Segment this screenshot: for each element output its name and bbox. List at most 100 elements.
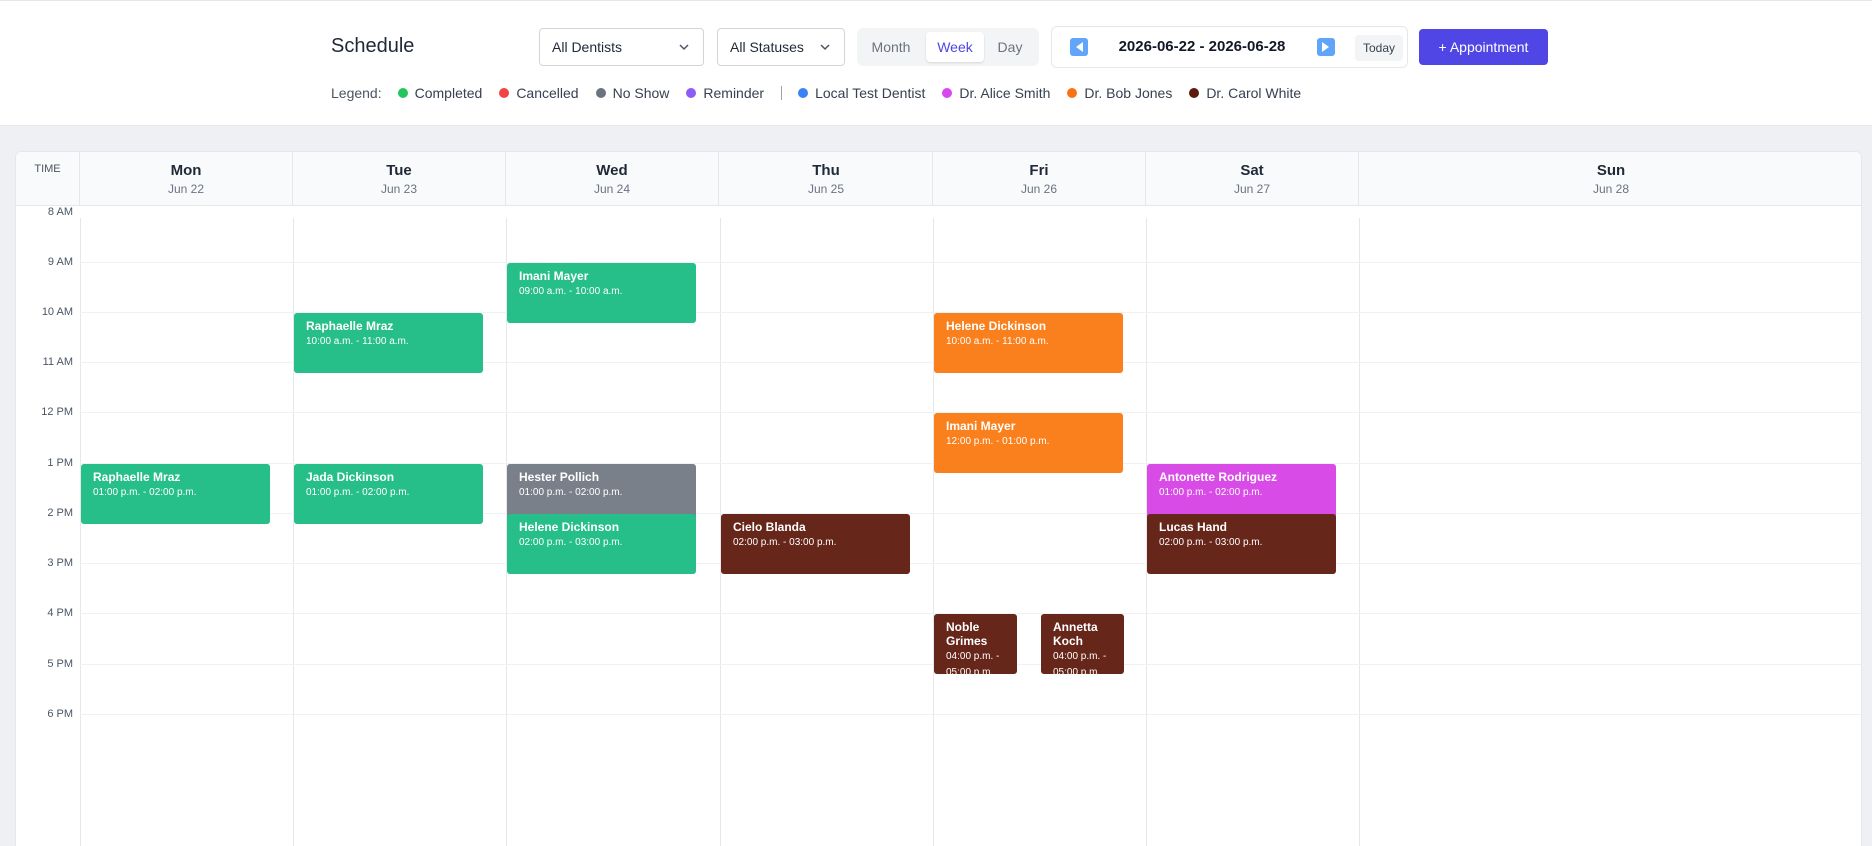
triangle-right-icon — [1322, 42, 1329, 52]
hour-label: 2 PM — [47, 507, 73, 519]
appointment-card[interactable]: Noble Grimes 04:00 p.m. - 05:00 p.m. — [934, 614, 1017, 674]
day-date: Jun 24 — [593, 182, 631, 196]
appointment-time: 01:00 p.m. - 02:00 p.m. — [306, 487, 410, 498]
appointment-card[interactable]: Imani Mayer 09:00 a.m. - 10:00 a.m. — [507, 263, 696, 323]
next-week-button[interactable] — [1317, 38, 1335, 56]
appointment-patient-name: Raphaelle Mraz — [306, 319, 394, 333]
appointment-card[interactable]: Raphaelle Mraz 10:00 a.m. - 11:00 a.m. — [294, 313, 483, 373]
appointment-time: 10:00 a.m. - 11:00 a.m. — [946, 336, 1049, 347]
appointment-card[interactable]: Annetta Koch 04:00 p.m. - 05:00 p.m. — [1041, 614, 1124, 674]
statuses-legend-item: Cancelled — [499, 85, 579, 101]
hour-gridline — [80, 563, 1861, 564]
day-date: Jun 26 — [1020, 182, 1058, 196]
appointment-time: 04:00 p.m. - 05:00 p.m. — [946, 651, 1000, 674]
hour-label: 12 PM — [41, 406, 73, 418]
day-header-thu[interactable]: Thu Jun 25 — [720, 152, 933, 206]
day-name: Thu — [812, 162, 840, 179]
day-name: Wed — [596, 162, 628, 179]
date-navigator: 2026-06-22 - 2026-06-28 Today — [1051, 26, 1408, 68]
day-header-sun[interactable]: Sun Jun 28 — [1359, 152, 1861, 206]
dentists-legend-item: Dr. Carol White — [1189, 85, 1301, 101]
legend-divider — [781, 86, 783, 100]
calendar-grid: 8 AM 9 AM 10 AM 11 AM 12 PM 1 PM 2 PM 3 PM 4 PM 5… — [16, 206, 1861, 846]
day-date: Jun 27 — [1233, 182, 1271, 196]
day-date: Jun 23 — [380, 182, 418, 196]
appointment-patient-name: Antonette Rodriguez — [1159, 470, 1277, 484]
appointment-patient-name: Raphaelle Mraz — [93, 470, 181, 484]
legend-dot-icon — [942, 88, 953, 98]
chevron-down-icon — [820, 44, 830, 51]
legend-item-label: Completed — [414, 85, 483, 101]
appointment-time: 02:00 p.m. - 03:00 p.m. — [519, 537, 623, 548]
hour-gridline — [80, 262, 1861, 263]
today-button[interactable]: Today — [1355, 35, 1403, 61]
day-name: Fri — [1029, 162, 1049, 179]
hour-label: 11 AM — [42, 356, 73, 368]
legend-item-label: Dr. Carol White — [1206, 85, 1302, 101]
appointment-patient-name: Cielo Blanda — [733, 520, 806, 534]
day-header-mon[interactable]: Mon Jun 22 — [80, 152, 293, 206]
day-header-wed[interactable]: Wed Jun 24 — [506, 152, 719, 206]
schedule-header: Schedule All Dentists All Statuses Month… — [0, 0, 1872, 126]
appointment-card[interactable]: Cielo Blanda 02:00 p.m. - 03:00 p.m. — [721, 514, 910, 574]
appointment-time: 12:00 p.m. - 01:00 p.m. — [946, 436, 1050, 447]
view-month-button[interactable]: Month — [863, 32, 919, 62]
view-day-button[interactable]: Day — [987, 32, 1033, 62]
appointment-patient-name: Noble Grimes — [946, 620, 988, 648]
appointment-patient-name: Helene Dickinson — [946, 319, 1047, 333]
legend-item-label: Local Test Dentist — [815, 85, 926, 101]
hour-gridline — [80, 714, 1861, 715]
appointment-card[interactable]: Helene Dickinson 02:00 p.m. - 03:00 p.m. — [507, 514, 696, 574]
prev-week-button[interactable] — [1070, 38, 1088, 56]
legend-dot-icon — [686, 88, 697, 98]
status-filter-select[interactable]: All Statuses — [717, 28, 845, 66]
appointment-time: 02:00 p.m. - 03:00 p.m. — [1159, 537, 1263, 548]
legend-item-label: Dr. Bob Jones — [1084, 85, 1173, 101]
appointment-card[interactable]: Imani Mayer 12:00 p.m. - 01:00 p.m. — [934, 413, 1123, 473]
hour-label: 4 PM — [47, 607, 73, 619]
add-appointment-button[interactable]: + Appointment — [1419, 29, 1548, 65]
dentists-legend-item: Dr. Alice Smith — [942, 85, 1050, 101]
appointment-patient-name: Hester Pollich — [519, 470, 600, 484]
view-week-button[interactable]: Week — [926, 32, 984, 62]
statuses-legend-item: Completed — [397, 85, 483, 101]
appointment-time: 04:00 p.m. - 05:00 p.m. — [1053, 651, 1107, 674]
day-name: Mon — [170, 162, 202, 179]
day-header-tue[interactable]: Tue Jun 23 — [293, 152, 506, 206]
hour-label: 6 PM — [47, 708, 73, 720]
appointment-card[interactable]: Helene Dickinson 10:00 a.m. - 11:00 a.m. — [934, 313, 1123, 373]
appointment-patient-name: Helene Dickinson — [519, 520, 620, 534]
hour-label: 5 PM — [47, 658, 73, 670]
legend-dot-icon — [397, 88, 408, 98]
appointment-patient-name: Annetta Koch — [1053, 620, 1098, 648]
legend-item-label: Reminder — [703, 85, 765, 101]
day-header-sat[interactable]: Sat Jun 27 — [1146, 152, 1359, 206]
legend-dot-icon — [798, 88, 809, 98]
appointment-card[interactable]: Raphaelle Mraz 01:00 p.m. - 02:00 p.m. — [81, 464, 270, 524]
dentist-filter-select[interactable]: All Dentists — [539, 28, 704, 66]
statuses-legend-item: Reminder — [686, 85, 764, 101]
legend: Legend: Completed Cancelled No Show Reminde… — [331, 84, 1318, 102]
legend-dot-icon — [1189, 88, 1200, 98]
legend-item-label: Dr. Alice Smith — [959, 85, 1051, 101]
hour-label: 9 AM — [47, 256, 73, 268]
day-date: Jun 25 — [807, 182, 845, 196]
view-toggle: Month Week Day — [857, 28, 1039, 66]
appointment-patient-name: Jada Dickinson — [306, 470, 395, 484]
day-name: Tue — [386, 162, 412, 179]
appointment-time: 01:00 p.m. - 02:00 p.m. — [1159, 487, 1263, 498]
appointment-card[interactable]: Lucas Hand 02:00 p.m. - 03:00 p.m. — [1147, 514, 1336, 574]
day-header-fri[interactable]: Fri Jun 26 — [933, 152, 1146, 206]
legend-dot-icon — [1067, 88, 1078, 98]
status-filter-value: All Statuses — [730, 39, 804, 55]
appointment-time: 10:00 a.m. - 11:00 a.m. — [306, 336, 409, 347]
appointment-card[interactable]: Jada Dickinson 01:00 p.m. - 02:00 p.m. — [294, 464, 483, 524]
legend-dot-icon — [499, 88, 510, 98]
time-column-header: TIME — [16, 152, 80, 206]
dentists-legend-item: Dr. Bob Jones — [1067, 85, 1172, 101]
dentist-filter-value: All Dentists — [552, 39, 623, 55]
legend-statuses: Completed Cancelled No Show Reminder — [397, 85, 781, 101]
chevron-down-icon — [679, 44, 689, 51]
date-range: 2026-06-22 - 2026-06-28 — [1118, 38, 1286, 55]
legend-label: Legend: — [331, 85, 382, 101]
